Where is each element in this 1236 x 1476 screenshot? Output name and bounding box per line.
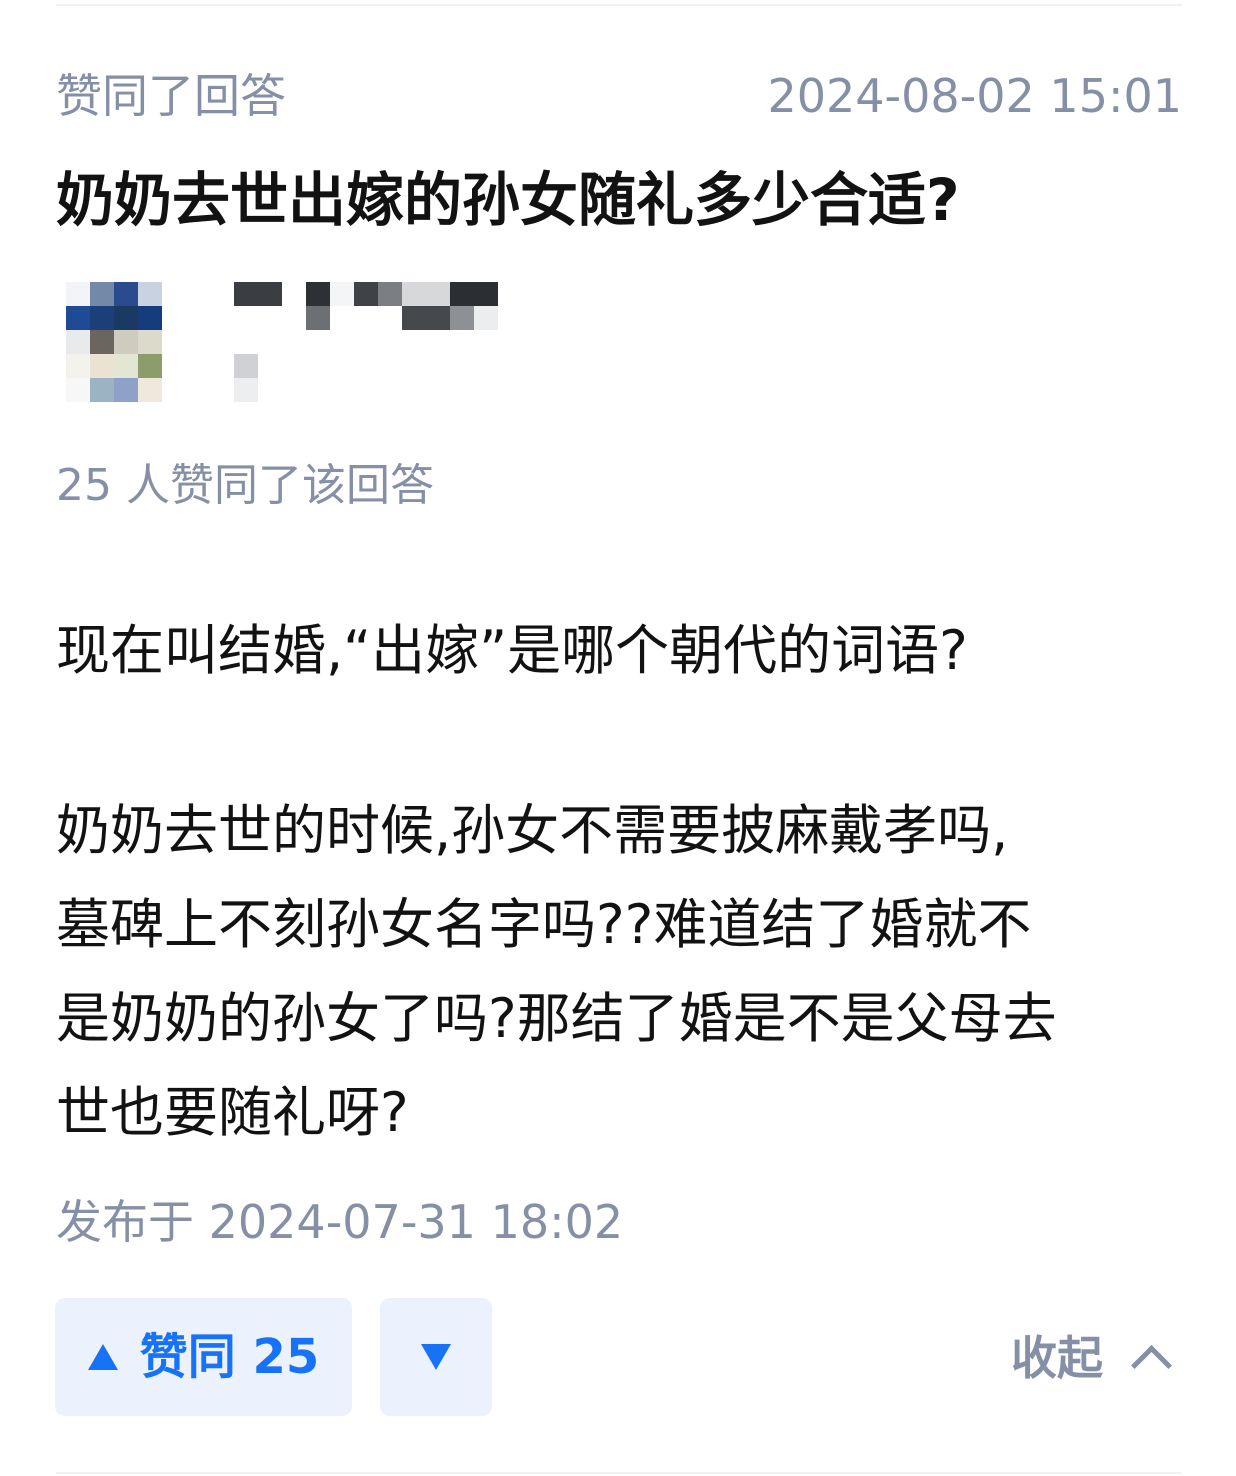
chevron-up-icon: [1130, 1344, 1173, 1386]
paragraph-line: 是奶奶的孙女了吗?那结了婚是不是父母去: [56, 987, 1057, 1050]
upvote-label: 赞同 25: [139, 1329, 320, 1385]
activity-label: 赞同了回答: [56, 69, 286, 123]
answer-content[interactable]: 现在叫结婚,“出嫁”是哪个朝代的词语? 奶奶去世的时候,孙女不需要披麻戴孝吗, …: [56, 604, 1192, 1160]
upvote-button[interactable]: 赞同 25: [55, 1298, 352, 1416]
paragraph-line: 现在叫结婚,“出嫁”是哪个朝代的词语?: [56, 619, 968, 682]
activity-time: 2024-08-02 15:01: [767, 69, 1182, 123]
activity-header: 赞同了回答 2024-08-02 15:01: [56, 66, 1182, 126]
question-title[interactable]: 奶奶去世出嫁的孙女随礼多少合适?: [56, 164, 1182, 236]
author-info-redacted[interactable]: [234, 282, 500, 402]
triangle-down-icon: [421, 1344, 451, 1370]
triangle-up-icon: [87, 1344, 118, 1370]
publish-time: 发布于 2024-07-31 18:02: [56, 1195, 624, 1249]
author-avatar[interactable]: [66, 282, 162, 402]
collapse-label: 收起: [1011, 1331, 1103, 1385]
collapse-button[interactable]: 收起: [1011, 1328, 1173, 1388]
paragraph-line: 奶奶去世的时候,孙女不需要披麻戴孝吗,: [56, 799, 1009, 862]
paragraph-line: 世也要随礼呀?: [56, 1081, 409, 1144]
vote-summary: 25 人赞同了该回答: [56, 460, 434, 511]
downvote-button[interactable]: [380, 1298, 492, 1416]
bottom-divider: [56, 1472, 1182, 1474]
paragraph-line: 墓碑上不刻孙女名字吗??难道结了婚就不: [56, 893, 1032, 956]
top-divider: [56, 4, 1182, 6]
